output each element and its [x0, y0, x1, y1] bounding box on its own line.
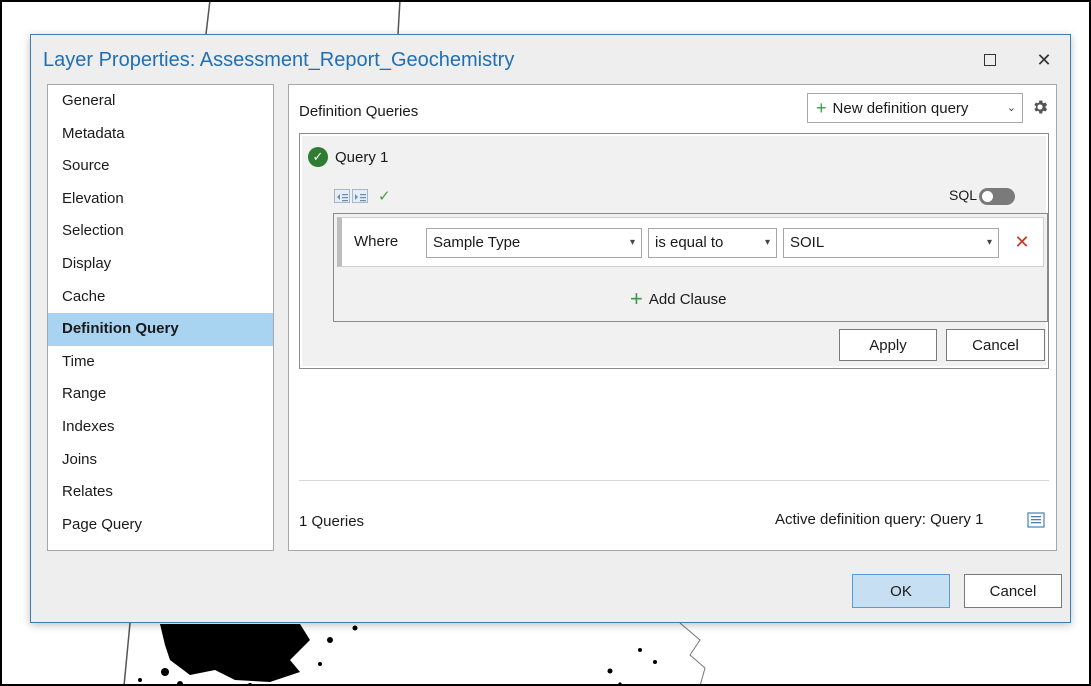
chevron-down-icon[interactable]: ⌄ — [1007, 101, 1016, 114]
delete-icon: ✕ — [1014, 231, 1030, 252]
field-select[interactable]: Sample Type ▾ — [426, 228, 642, 258]
title-bar[interactable]: Layer Properties: Assessment_Report_Geoc… — [31, 35, 1070, 85]
query-toolbar: ✓ — [334, 187, 391, 205]
value-select[interactable]: SOIL ▾ — [783, 228, 999, 258]
where-label: Where — [354, 233, 399, 250]
sidebar-item-range[interactable]: Range — [48, 378, 273, 411]
sidebar-item-time[interactable]: Time — [48, 346, 273, 379]
divider — [299, 480, 1049, 481]
sidebar-item-joins[interactable]: Joins — [48, 444, 273, 477]
sidebar-nav: General Metadata Source Elevation Select… — [47, 84, 274, 551]
sidebar-item-relates[interactable]: Relates — [48, 476, 273, 509]
query-count: 1 Queries — [299, 513, 365, 530]
sidebar-item-elevation[interactable]: Elevation — [48, 183, 273, 216]
ok-button[interactable]: OK — [852, 574, 950, 608]
close-icon: ✕ — [1036, 49, 1052, 70]
clause-row: Where Sample Type ▾ is equal to ▾ SOIL ▾ — [337, 217, 1044, 267]
operator-select[interactable]: is equal to ▾ — [648, 228, 777, 258]
maximize-button[interactable] — [973, 45, 1007, 75]
sidebar-item-metadata[interactable]: Metadata — [48, 118, 273, 151]
new-definition-query-label: New definition query — [832, 99, 969, 117]
plus-icon: + — [630, 286, 643, 311]
sql-label: SQL — [949, 187, 978, 203]
panel-title: Definition Queries — [299, 103, 419, 120]
sidebar-item-general[interactable]: General — [48, 85, 273, 118]
sidebar-item-selection[interactable]: Selection — [48, 215, 273, 248]
operator-value: is equal to — [655, 234, 724, 251]
outdent-icon[interactable] — [334, 189, 350, 203]
sidebar-item-indexes[interactable]: Indexes — [48, 411, 273, 444]
field-value: Sample Type — [433, 234, 521, 251]
apply-button[interactable]: Apply — [839, 329, 937, 361]
new-definition-query-button[interactable]: + New definition query ⌄ — [807, 93, 1023, 123]
dialog-title: Layer Properties: Assessment_Report_Geoc… — [43, 49, 515, 71]
layer-properties-dialog: Layer Properties: Assessment_Report_Geoc… — [30, 34, 1071, 623]
value-value: SOIL — [790, 234, 825, 251]
maximize-icon — [984, 54, 996, 66]
sql-toggle[interactable] — [979, 188, 1015, 205]
check-mark: ✓ — [312, 149, 324, 164]
sidebar-item-definition-query[interactable]: Definition Query — [48, 313, 273, 346]
toggle-knob — [982, 191, 993, 202]
gear-icon — [1034, 100, 1048, 114]
settings-button[interactable] — [1029, 93, 1051, 121]
query-name: Query 1 — [335, 148, 389, 166]
sidebar-item-page-query[interactable]: Page Query — [48, 509, 273, 542]
query-header[interactable]: ✓ Query 1 — [308, 147, 388, 167]
query-list-icon[interactable] — [1026, 511, 1048, 531]
query-card: ✓ Query 1 ✓ SQL Where Sample Type ▾ is e… — [299, 133, 1049, 369]
dropdown-arrow-icon: ▾ — [764, 237, 770, 248]
definition-query-panel: Definition Queries + New definition quer… — [288, 84, 1057, 551]
sidebar-item-source[interactable]: Source — [48, 150, 273, 183]
dropdown-arrow-icon: ▾ — [629, 237, 635, 248]
close-button[interactable]: ✕ — [1027, 45, 1061, 75]
add-clause-button[interactable]: + Add Clause — [630, 286, 726, 312]
sidebar-item-cache[interactable]: Cache — [48, 281, 273, 314]
add-clause-label: Add Clause — [648, 290, 727, 308]
check-circle-icon: ✓ — [308, 147, 328, 167]
indent-icon[interactable] — [352, 189, 368, 203]
dropdown-arrow-icon: ▾ — [986, 237, 992, 248]
cancel-button[interactable]: Cancel — [964, 574, 1062, 608]
cancel-query-button[interactable]: Cancel — [946, 329, 1045, 361]
sidebar-item-display[interactable]: Display — [48, 248, 273, 281]
plus-icon: + — [816, 97, 827, 118]
active-query-text: Active definition query: Query 1 — [775, 511, 984, 528]
verify-check-icon[interactable]: ✓ — [378, 187, 391, 205]
clause-container: Where Sample Type ▾ is equal to ▾ SOIL ▾ — [333, 213, 1048, 322]
delete-clause-button[interactable]: ✕ — [1011, 230, 1033, 254]
